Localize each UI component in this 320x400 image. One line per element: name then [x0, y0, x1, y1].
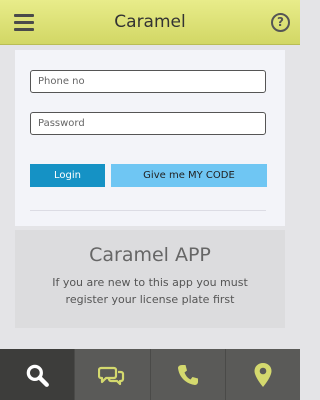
info-text: If you are new to this app you must regi…	[52, 276, 248, 306]
help-icon[interactable]: ?	[271, 13, 290, 32]
app-header: Caramel ?	[0, 0, 300, 45]
login-button[interactable]: Login	[30, 164, 105, 187]
phone-icon	[177, 364, 198, 385]
tab-search[interactable]	[0, 349, 76, 400]
divider	[30, 210, 266, 211]
tab-location[interactable]	[226, 349, 300, 400]
app-title: Caramel	[114, 12, 186, 32]
give-me-my-code-button[interactable]: Give me MY CODE	[111, 164, 267, 187]
bottom-tab-bar	[0, 349, 300, 400]
tab-chat[interactable]	[75, 349, 151, 400]
phone-input[interactable]	[30, 70, 266, 93]
info-title: Caramel APP	[89, 244, 211, 266]
search-icon	[26, 364, 50, 387]
hamburger-menu-icon[interactable]	[14, 14, 34, 31]
chat-icon	[98, 366, 125, 385]
info-panel: Caramel APP If you are new to this app y…	[15, 230, 285, 328]
location-pin-icon	[254, 362, 272, 387]
password-input[interactable]	[30, 112, 266, 135]
tab-phone[interactable]	[151, 349, 226, 400]
login-form: Login Give me MY CODE	[15, 50, 285, 226]
